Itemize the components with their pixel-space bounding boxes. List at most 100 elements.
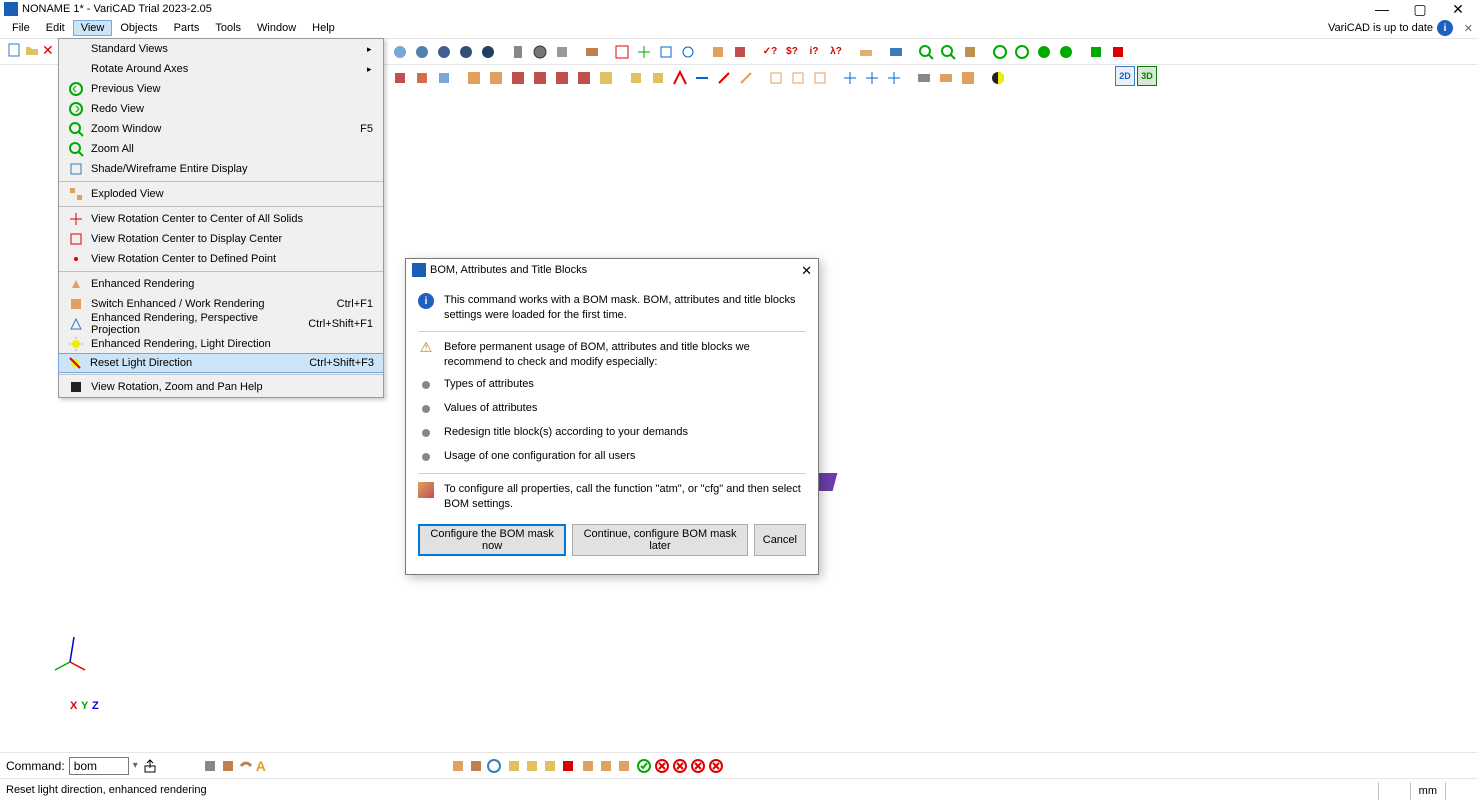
tool-icon[interactable]: λ?: [826, 42, 846, 62]
tool-icon[interactable]: [670, 68, 690, 88]
menu-item-reset-light-direction[interactable]: Reset Light DirectionCtrl+Shift+F3: [58, 353, 384, 373]
tool-icon[interactable]: [634, 42, 654, 62]
share-icon[interactable]: [142, 758, 158, 774]
tool-icon[interactable]: [390, 68, 410, 88]
tool-icon[interactable]: A: [256, 758, 266, 774]
menu-item-switch-rendering[interactable]: Switch Enhanced / Work RenderingCtrl+F1: [59, 294, 383, 314]
tool-icon[interactable]: [1056, 42, 1076, 62]
tool-icon[interactable]: [914, 68, 934, 88]
dropdown-icon[interactable]: ▾: [133, 760, 138, 771]
tool-icon[interactable]: [960, 42, 980, 62]
menu-item-shade-wireframe[interactable]: Shade/Wireframe Entire Display: [59, 159, 383, 179]
tool-icon[interactable]: [530, 42, 550, 62]
tool-icon[interactable]: ✓?: [760, 42, 780, 62]
minimize-button[interactable]: ―: [1363, 0, 1401, 18]
zoom-in-icon[interactable]: [916, 42, 936, 62]
tool-icon[interactable]: [656, 42, 676, 62]
menu-item-exploded-view[interactable]: Exploded View: [59, 184, 383, 204]
tool-icon[interactable]: [530, 68, 550, 88]
menu-item-previous-view[interactable]: Previous View: [59, 79, 383, 99]
tool-icon[interactable]: [708, 758, 724, 774]
tool-icon[interactable]: [542, 758, 558, 774]
tool-icon[interactable]: [574, 68, 594, 88]
tool-icon[interactable]: [714, 68, 734, 88]
tool-icon[interactable]: i?: [804, 42, 824, 62]
tool-icon[interactable]: [506, 758, 522, 774]
zoom-out-icon[interactable]: [938, 42, 958, 62]
menu-item-redo-view[interactable]: Redo View: [59, 99, 383, 119]
tool-icon[interactable]: [508, 68, 528, 88]
tool-icon[interactable]: [810, 68, 830, 88]
menu-item-enhanced-rendering[interactable]: Enhanced Rendering: [59, 274, 383, 294]
tool-icon[interactable]: [730, 42, 750, 62]
tool-icon[interactable]: [552, 68, 572, 88]
tool-icon[interactable]: [478, 42, 498, 62]
tool-icon[interactable]: [766, 68, 786, 88]
menu-window[interactable]: Window: [249, 20, 304, 36]
tool-icon[interactable]: [692, 68, 712, 88]
tool-icon[interactable]: [612, 42, 632, 62]
dialog-close-icon[interactable]: ✕: [801, 263, 812, 279]
tool-icon[interactable]: [596, 68, 616, 88]
menu-objects[interactable]: Objects: [112, 20, 165, 36]
configure-later-button[interactable]: Continue, configure BOM mask later: [572, 524, 747, 556]
tool-icon[interactable]: [582, 42, 602, 62]
dialog-titlebar[interactable]: BOM, Attributes and Title Blocks ✕: [406, 259, 818, 281]
tool-icon[interactable]: [616, 758, 632, 774]
tool-icon[interactable]: [990, 42, 1010, 62]
maximize-button[interactable]: ▢: [1401, 0, 1439, 18]
tool-icon[interactable]: [626, 68, 646, 88]
tool-icon[interactable]: [238, 758, 254, 774]
tool-icon[interactable]: [988, 68, 1008, 88]
configure-now-button[interactable]: Configure the BOM mask now: [418, 524, 566, 556]
badge-2d[interactable]: 2D: [1115, 66, 1135, 86]
tool-icon[interactable]: [1034, 42, 1054, 62]
command-input[interactable]: [69, 757, 129, 775]
tool-icon[interactable]: [636, 758, 652, 774]
info-icon[interactable]: i: [1437, 20, 1453, 36]
new-file-icon[interactable]: [6, 42, 22, 59]
tool-icon[interactable]: [1086, 42, 1106, 62]
menu-item-rotate-around-axes[interactable]: Rotate Around Axes▸: [59, 59, 383, 79]
tool-icon[interactable]: $?: [782, 42, 802, 62]
menu-item-zoom-all[interactable]: Zoom All: [59, 139, 383, 159]
menu-item-standard-views[interactable]: Standard Views▸: [59, 39, 383, 59]
menu-item-light-direction[interactable]: Enhanced Rendering, Light Direction: [59, 334, 383, 354]
menu-help[interactable]: Help: [304, 20, 343, 36]
tool-icon[interactable]: [486, 758, 502, 774]
tool-icon[interactable]: [220, 758, 236, 774]
tool-icon[interactable]: [958, 68, 978, 88]
tool-icon[interactable]: [936, 68, 956, 88]
menu-item-zoom-window[interactable]: Zoom WindowF5: [59, 119, 383, 139]
menu-item-rotation-zoom-pan-help[interactable]: View Rotation, Zoom and Pan Help: [59, 377, 383, 397]
menu-item-rotation-center-solids[interactable]: View Rotation Center to Center of All So…: [59, 209, 383, 229]
tool-icon[interactable]: [434, 68, 454, 88]
tool-icon[interactable]: [450, 758, 466, 774]
delete-icon[interactable]: ✕: [42, 42, 54, 59]
tool-icon[interactable]: [886, 42, 906, 62]
close-button[interactable]: ✕: [1439, 0, 1477, 18]
menu-item-rotation-center-point[interactable]: View Rotation Center to Defined Point: [59, 249, 383, 269]
status-close-icon[interactable]: ✕: [1464, 22, 1473, 35]
tool-icon[interactable]: [788, 68, 808, 88]
tool-icon[interactable]: [840, 68, 860, 88]
tool-icon[interactable]: [412, 42, 432, 62]
menu-tools[interactable]: Tools: [207, 20, 249, 36]
tool-icon[interactable]: [690, 758, 706, 774]
menu-parts[interactable]: Parts: [166, 20, 208, 36]
tool-icon[interactable]: [552, 42, 572, 62]
tool-icon[interactable]: [202, 758, 218, 774]
cancel-button[interactable]: Cancel: [754, 524, 806, 556]
menu-edit[interactable]: Edit: [38, 20, 73, 36]
tool-icon[interactable]: [508, 42, 528, 62]
tool-icon[interactable]: [486, 68, 506, 88]
tool-icon[interactable]: [524, 758, 540, 774]
open-folder-icon[interactable]: [24, 42, 40, 59]
tool-icon[interactable]: [580, 758, 596, 774]
tool-icon[interactable]: [412, 68, 432, 88]
menu-file[interactable]: File: [4, 20, 38, 36]
menu-item-perspective-projection[interactable]: Enhanced Rendering, Perspective Projecti…: [59, 314, 383, 334]
tool-icon[interactable]: [672, 758, 688, 774]
tool-icon[interactable]: [560, 758, 576, 774]
menu-item-rotation-center-display[interactable]: View Rotation Center to Display Center: [59, 229, 383, 249]
